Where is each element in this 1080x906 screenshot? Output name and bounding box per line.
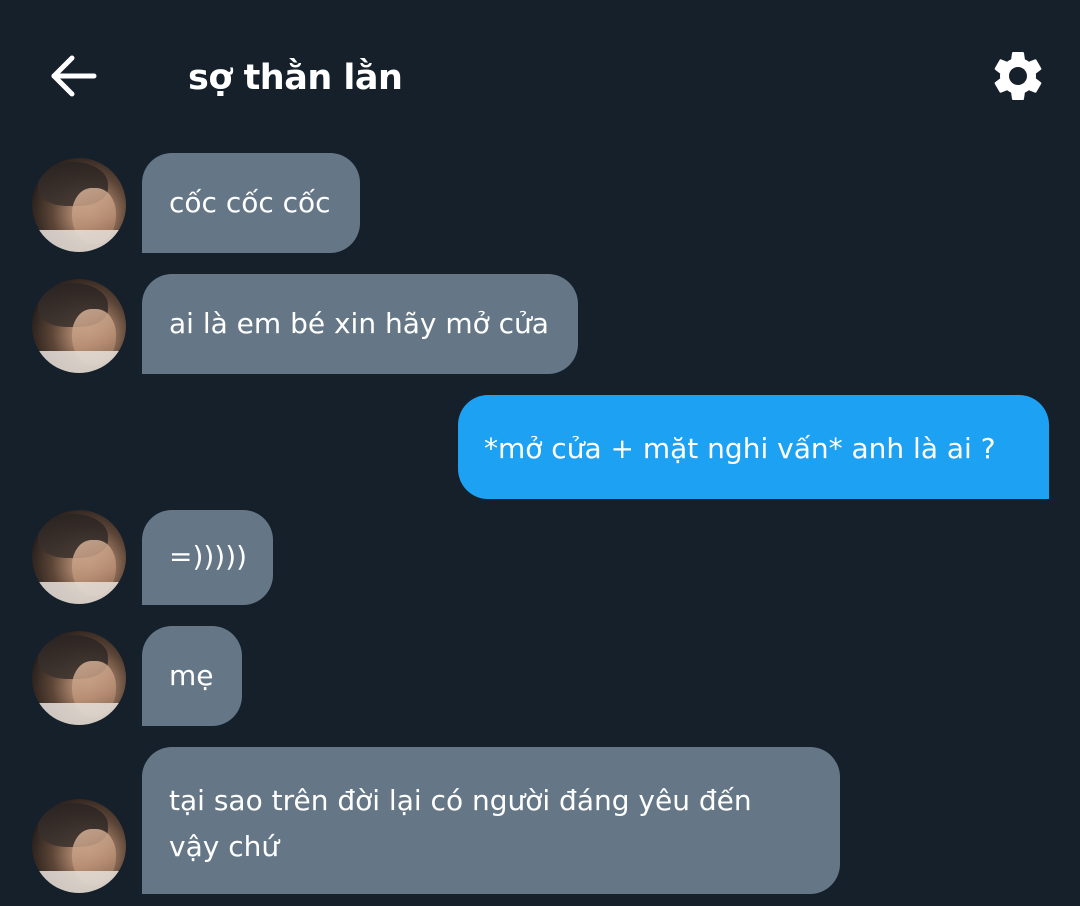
chat-title: sợ thằn lằn — [188, 58, 403, 98]
avatar[interactable] — [32, 799, 126, 893]
message-bubble-received[interactable]: cốc cốc cốc — [142, 153, 360, 253]
message-text: tại sao trên đời lại có người đáng yêu đ… — [169, 784, 752, 863]
message-bubble-received[interactable]: tại sao trên đời lại có người đáng yêu đ… — [142, 747, 840, 894]
message-bubble-received[interactable]: =))))) — [142, 510, 273, 605]
message-text: =))))) — [169, 540, 248, 573]
avatar[interactable] — [32, 510, 126, 604]
arrow-left-icon — [51, 55, 97, 97]
message-text: cốc cốc cốc — [169, 186, 331, 219]
message-text: mẹ — [169, 659, 214, 692]
back-button[interactable] — [48, 50, 100, 102]
avatar[interactable] — [32, 279, 126, 373]
gear-icon — [994, 51, 1042, 100]
avatar[interactable] — [32, 158, 126, 252]
avatar[interactable] — [32, 631, 126, 725]
message-bubble-received[interactable]: ai là em bé xin hãy mở cửa — [142, 274, 578, 374]
message-text: *mở cửa + mặt nghi vấn* anh là ai ? — [484, 432, 996, 465]
message-text: ai là em bé xin hãy mở cửa — [169, 307, 549, 340]
message-bubble-sent[interactable]: *mở cửa + mặt nghi vấn* anh là ai ? — [458, 395, 1049, 499]
settings-button[interactable] — [988, 46, 1048, 106]
chat-header: sợ thằn lằn — [0, 0, 1080, 150]
message-bubble-received[interactable]: mẹ — [142, 626, 242, 726]
